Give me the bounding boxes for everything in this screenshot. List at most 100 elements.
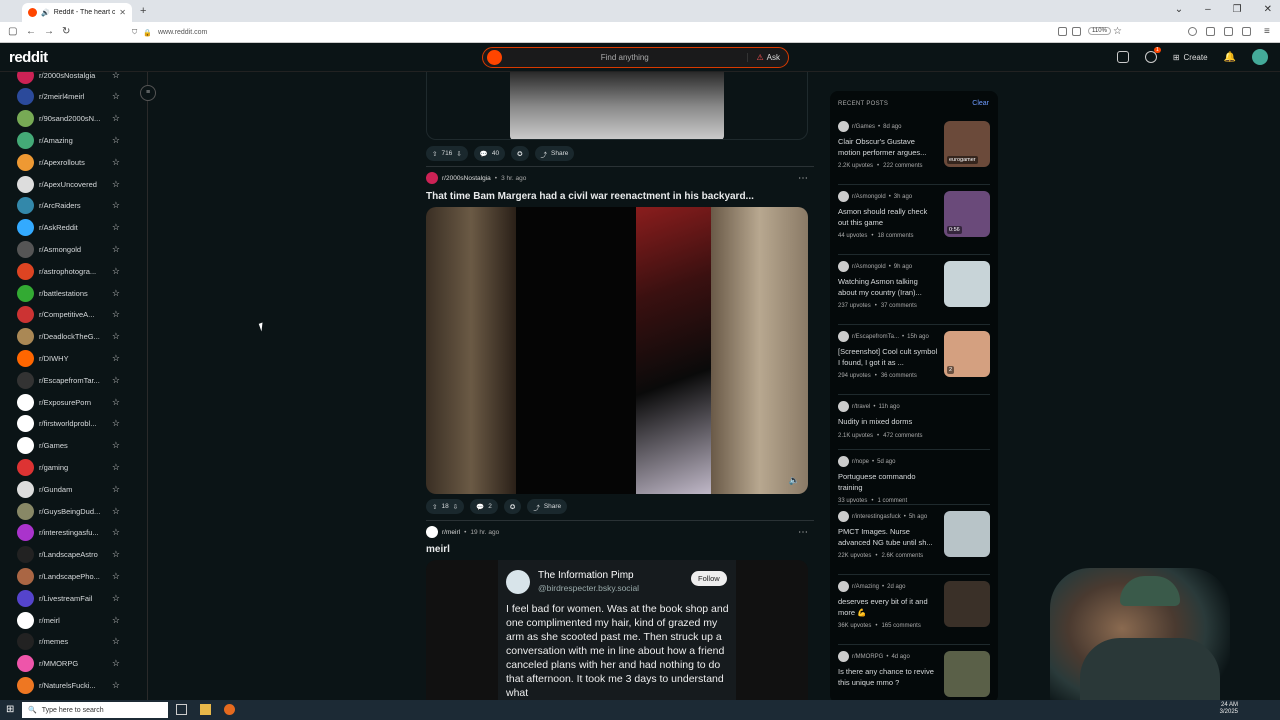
reddit-logo[interactable]: reddit: [9, 49, 48, 66]
windows-start-icon[interactable]: ⊞: [6, 704, 14, 715]
zoom-level[interactable]: 110%: [1088, 27, 1111, 35]
recent-post-subreddit[interactable]: r/Amazing: [852, 584, 879, 590]
favorite-star-icon[interactable]: ☆: [112, 72, 120, 81]
recent-post-subreddit[interactable]: r/Asmongold: [852, 194, 886, 200]
sidebar-item[interactable]: r/ExposurePorn ☆: [17, 391, 142, 413]
sidebar-item[interactable]: r/Apexrollouts ☆: [17, 151, 142, 173]
post-2-subreddit[interactable]: r/2000sNostalgia: [442, 175, 491, 182]
post-1[interactable]: [426, 72, 808, 140]
more-options-icon[interactable]: ⋯: [798, 527, 808, 538]
maximize-icon[interactable]: ❐: [1233, 4, 1242, 15]
sidebar-item[interactable]: r/Amazing ☆: [17, 129, 142, 151]
favorite-star-icon[interactable]: ☆: [112, 135, 120, 146]
sidebar-item[interactable]: r/interestingasfu... ☆: [17, 522, 142, 544]
sidebar-item[interactable]: r/GuysBeingDud... ☆: [17, 500, 142, 522]
ask-button[interactable]: ⚠ Ask: [747, 53, 788, 62]
recent-post-thumbnail[interactable]: 2: [944, 331, 990, 377]
recent-post-item[interactable]: r/EscapefromTa... • 15h ago [Screenshot] Co…: [838, 331, 990, 379]
close-tab-icon[interactable]: ✕: [119, 8, 126, 17]
search-bar[interactable]: Find anything ⚠ Ask: [482, 47, 789, 68]
bookmark-star-icon[interactable]: ☆: [1113, 26, 1122, 37]
share-button[interactable]: ⤴ Share: [534, 146, 575, 161]
sidebar-item[interactable]: r/Gundam ☆: [17, 478, 142, 500]
favorite-star-icon[interactable]: ☆: [112, 680, 120, 691]
favorite-star-icon[interactable]: ☆: [112, 353, 120, 364]
favorite-star-icon[interactable]: ☆: [112, 331, 120, 342]
post-2-title[interactable]: That time Bam Margera had a civil war re…: [426, 191, 754, 202]
bell-icon[interactable]: 🔔: [1224, 52, 1236, 63]
sidebar-item[interactable]: r/2000sNostalgia ☆: [17, 72, 142, 86]
menu-icon[interactable]: ≡: [1264, 26, 1270, 37]
sidebar-item[interactable]: r/memes ☆: [17, 631, 142, 653]
sidebar-item[interactable]: r/CompetitiveA... ☆: [17, 304, 142, 326]
extension-icon[interactable]: [1188, 27, 1197, 36]
favorite-star-icon[interactable]: ☆: [112, 658, 120, 669]
upvote-icon[interactable]: ⇧: [432, 503, 437, 511]
sidebar-item[interactable]: r/meirl ☆: [17, 609, 142, 631]
favorite-star-icon[interactable]: ☆: [112, 506, 120, 517]
vote-control[interactable]: ⇧ 716 ⇩: [426, 146, 468, 161]
sidebar-toggle-icon[interactable]: ▢: [8, 26, 17, 37]
favorite-star-icon[interactable]: ☆: [112, 91, 120, 102]
recent-post-item[interactable]: r/travel • 11h ago Nudity in mixed dorms 2.1…: [838, 401, 990, 439]
recent-post-subreddit[interactable]: r/MMORPG: [852, 654, 883, 660]
recent-post-subreddit[interactable]: r/nope: [852, 459, 869, 465]
recent-post-subreddit[interactable]: r/travel: [852, 404, 870, 410]
favorite-star-icon[interactable]: ☆: [112, 266, 120, 277]
recent-post-title[interactable]: PMCT Images. Nurse advanced NG tube unti…: [838, 527, 938, 548]
taskbar-clock[interactable]: 24 AM 3/2025: [1220, 702, 1238, 716]
share-icon[interactable]: [1224, 27, 1233, 36]
favorite-star-icon[interactable]: ☆: [112, 113, 120, 124]
recent-post-title[interactable]: Is there any chance to revive this uniqu…: [838, 667, 938, 688]
favorite-star-icon[interactable]: ☆: [112, 636, 120, 647]
reader-icon[interactable]: [1058, 27, 1067, 36]
recent-post-title[interactable]: Watching Asmon talking about my country …: [838, 277, 938, 298]
search-input[interactable]: Find anything: [502, 53, 747, 62]
recent-post-title[interactable]: deserves every bit of it and more 💪: [838, 597, 938, 618]
screenshot-icon[interactable]: [1072, 27, 1081, 36]
sidebar-item[interactable]: r/ArcRaiders ☆: [17, 195, 142, 217]
recent-post-title[interactable]: Portuguese commando training: [838, 472, 938, 493]
share-button[interactable]: ⤴ Share: [527, 499, 568, 514]
recent-post-item[interactable]: r/Games • 8d ago Clair Obscur's Gustave mot…: [838, 121, 990, 169]
avatar[interactable]: [1252, 49, 1268, 65]
sidebar-item[interactable]: r/Asmongold ☆: [17, 238, 142, 260]
recent-post-subreddit[interactable]: r/Asmongold: [852, 264, 886, 270]
taskbar-search-field[interactable]: 🔍 Type here to search: [22, 702, 168, 718]
favorite-star-icon[interactable]: ☆: [112, 222, 120, 233]
comments-button[interactable]: 💬 40: [473, 146, 506, 161]
recent-post-item[interactable]: r/Asmongold • 9h ago Watching Asmon talking…: [838, 261, 990, 309]
upvote-icon[interactable]: ⇧: [432, 150, 437, 158]
favorite-star-icon[interactable]: ☆: [112, 200, 120, 211]
favorite-star-icon[interactable]: ☆: [112, 179, 120, 190]
recent-post-item[interactable]: r/Amazing • 2d ago deserves every bit of it…: [838, 581, 990, 629]
downvote-icon[interactable]: ⇩: [453, 503, 458, 511]
speaker-icon[interactable]: [1242, 27, 1251, 36]
favorite-star-icon[interactable]: ☆: [112, 527, 120, 538]
post-2-video[interactable]: 🔈: [426, 207, 808, 494]
recent-post-thumbnail[interactable]: [944, 261, 990, 307]
sidebar-item[interactable]: r/DIWHY ☆: [17, 347, 142, 369]
reload-icon[interactable]: ↻: [62, 26, 70, 37]
sidebar-item[interactable]: r/astrophotogra... ☆: [17, 260, 142, 282]
favorite-star-icon[interactable]: ☆: [112, 462, 120, 473]
recent-post-thumbnail[interactable]: 0:56: [944, 191, 990, 237]
file-explorer-icon[interactable]: [200, 704, 211, 715]
sidebar-item[interactable]: r/battlestations ☆: [17, 282, 142, 304]
recent-post-subreddit[interactable]: r/Games: [852, 124, 875, 130]
back-icon[interactable]: ←: [26, 26, 36, 37]
recent-post-item[interactable]: r/MMORPG • 4d ago Is there any chance to re…: [838, 651, 990, 699]
sidebar-item[interactable]: r/Games ☆: [17, 435, 142, 457]
sidebar-item[interactable]: r/2meirl4meirl ☆: [17, 86, 142, 108]
recent-post-thumbnail[interactable]: [944, 511, 990, 557]
collapse-sidebar-icon[interactable]: ≡: [140, 85, 156, 101]
favorite-star-icon[interactable]: ☆: [112, 375, 120, 386]
vote-control[interactable]: ⇧ 18 ⇩: [426, 499, 465, 514]
favorite-star-icon[interactable]: ☆: [112, 418, 120, 429]
forward-icon[interactable]: →: [44, 26, 54, 37]
favorite-star-icon[interactable]: ☆: [112, 397, 120, 408]
recent-post-subreddit[interactable]: r/EscapefromTa...: [852, 334, 899, 340]
favorite-star-icon[interactable]: ☆: [112, 309, 120, 320]
recent-post-item[interactable]: r/interestingasfuck • 5h ago PMCT Images. N…: [838, 511, 990, 559]
sidebar-item[interactable]: r/firstworldprobl... ☆: [17, 413, 142, 435]
